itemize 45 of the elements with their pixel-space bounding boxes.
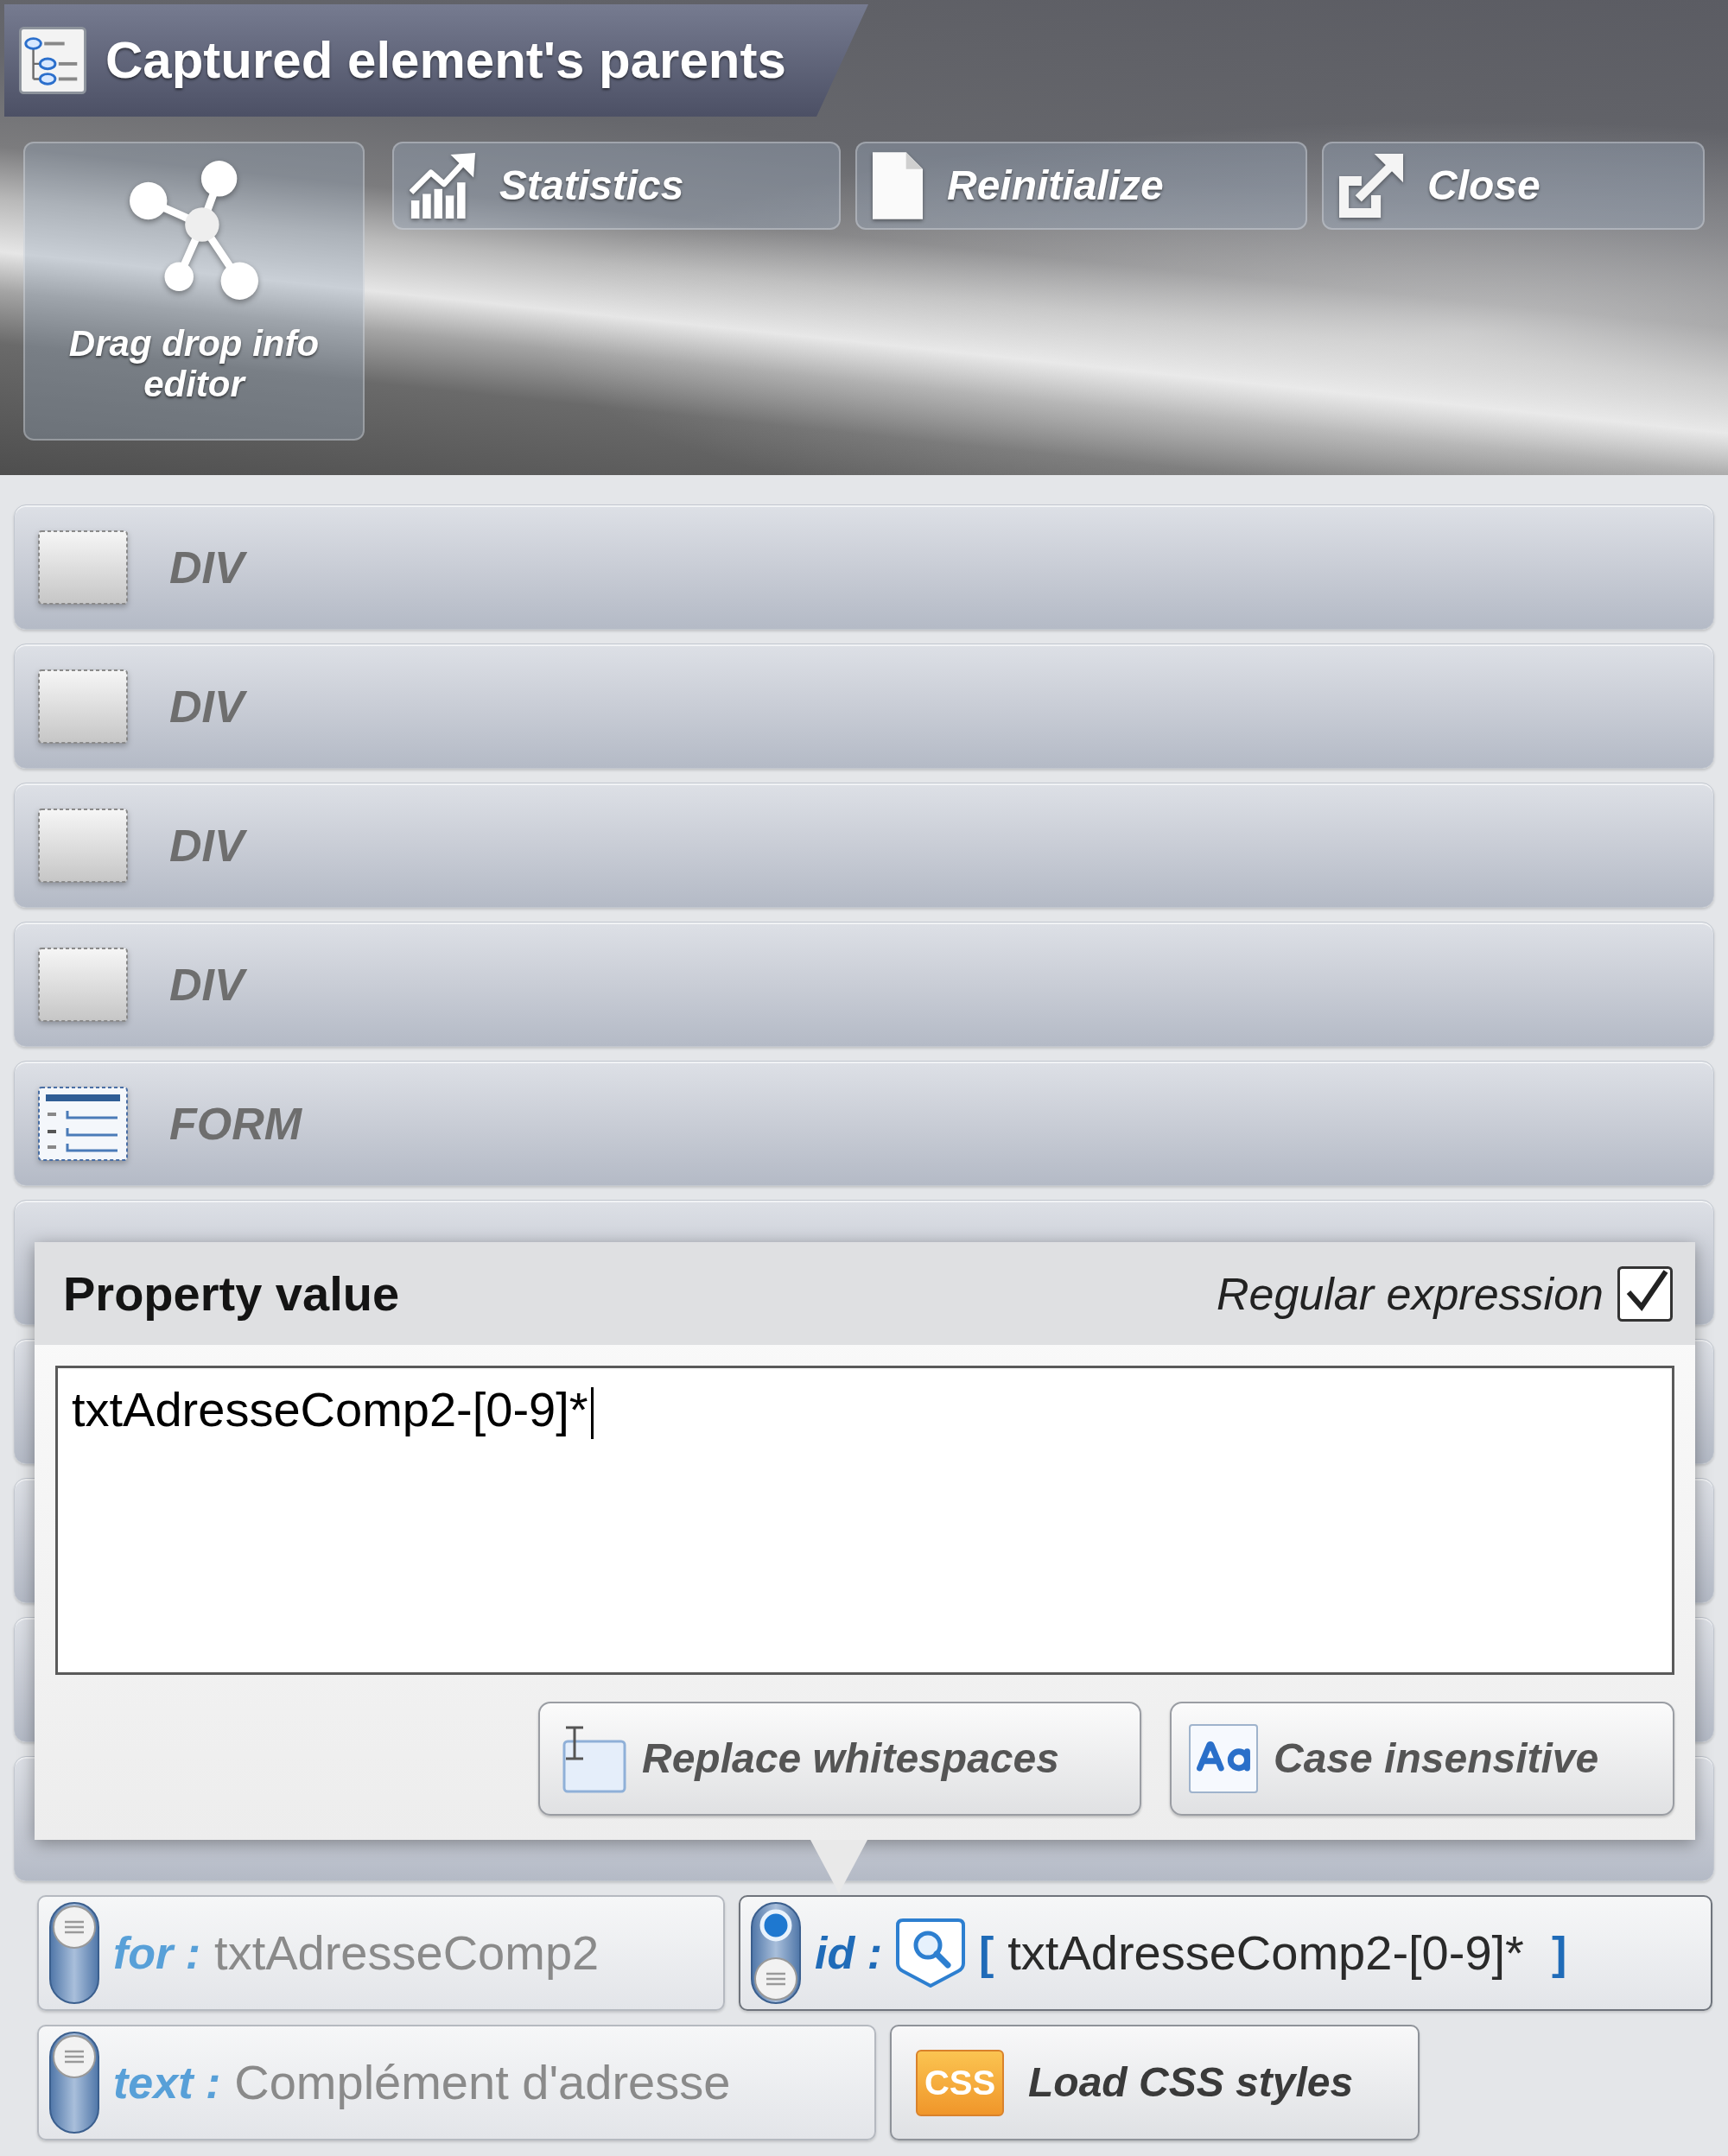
list-row[interactable]: DIV [14,644,1714,769]
editor-tile-label: Drag drop info editor [67,323,321,405]
form-icon [38,1086,128,1161]
attribute-value: txtAdresseComp2 [214,1925,600,1982]
checkbox-label: Regular expression [1216,1267,1604,1321]
blank-page-icon [873,152,923,219]
network-nodes-icon [129,161,259,301]
window-title: Captured element's parents [105,30,786,91]
list-row[interactable]: DIV [14,783,1714,908]
checkbox[interactable] [1617,1265,1673,1322]
option-button[interactable]: Replace whitespaces [538,1702,1141,1816]
toolbar-button[interactable]: Close [1322,142,1705,230]
toggle-switch[interactable] [49,2032,99,2134]
rising-chart-icon [410,153,475,219]
editor-tile-button[interactable]: Drag drop info editor [23,142,365,441]
attribute-chip[interactable]: text : Complément d'adresse [37,2025,876,2140]
list-row[interactable]: DIV [14,922,1714,1047]
load-css-button[interactable]: CSS Load CSS styles [890,2025,1420,2140]
option-button[interactable]: Case insensitive [1170,1702,1674,1816]
tree-list-icon [19,27,86,94]
regex-bracket: ] [1551,1927,1567,1980]
element-tag-name: FORM [169,1097,302,1151]
attribute-name: for : [113,1927,201,1980]
attribute-name: text : [113,2057,221,2109]
attribute-name: id : [815,1927,882,1980]
list-row[interactable]: FORM [14,1061,1714,1186]
property-value-field[interactable]: txtAdresseComp2-[0-9]* [55,1366,1674,1675]
attribute-chip[interactable]: id : [ txtAdresseComp2-[0-9]* ] [739,1895,1712,2011]
attribute-value: Complément d'adresse [234,2054,731,2111]
dashed-square-icon [38,529,128,605]
popup-title: Property value [63,1265,400,1322]
dashed-square-icon [38,669,128,744]
toolbar-button[interactable]: Reinitialize [855,142,1307,230]
toggle-switch[interactable] [49,1902,99,2004]
regex-bracket: [ [979,1927,994,1980]
dashed-square-icon [38,947,128,1022]
toolbar-button[interactable]: Statistics [392,142,841,230]
toggle-switch[interactable] [751,1902,801,2004]
attribute-chip[interactable]: for : txtAdresseComp2 [37,1895,725,2011]
list-row[interactable]: DIV [14,504,1714,630]
file-type-tag: CSS [916,2049,1004,2116]
arrow-out-of-box-icon [1339,154,1403,218]
dashed-square-icon [38,808,128,883]
letter-case-icon [1189,1724,1258,1793]
attribute-value: txtAdresseComp2-[0-9]* [1007,1925,1524,1982]
